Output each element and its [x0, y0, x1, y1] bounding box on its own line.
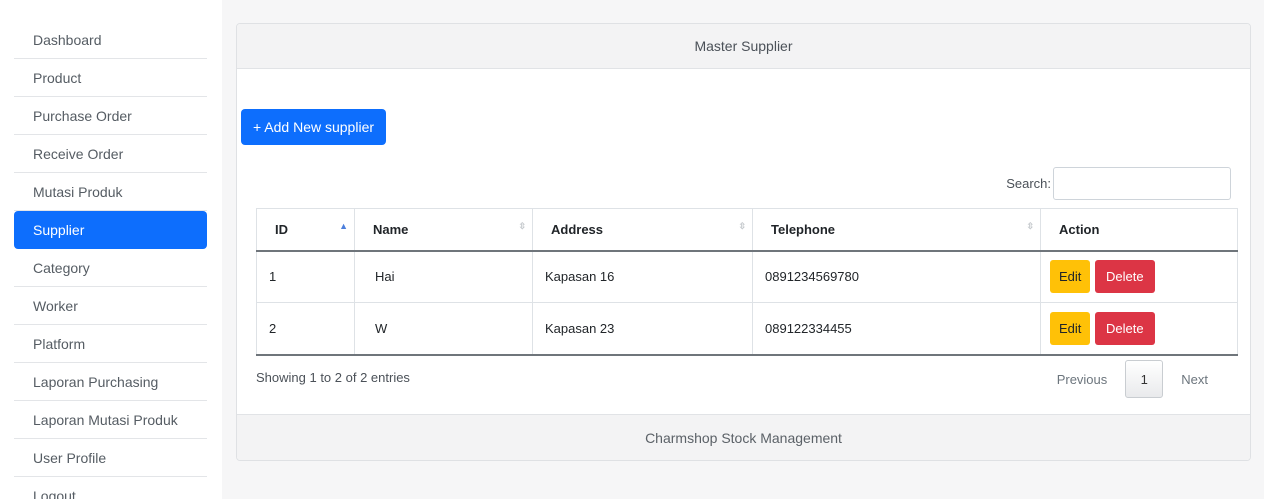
page-number-button[interactable]: 1 — [1125, 360, 1164, 398]
sidebar-item-product[interactable]: Product — [14, 59, 207, 97]
column-header-label: Telephone — [771, 221, 836, 237]
add-new-supplier-button[interactable]: + Add New supplier — [241, 109, 387, 145]
delete-button[interactable]: Delete — [1095, 260, 1155, 294]
sidebar-item-user-profile[interactable]: User Profile — [14, 439, 207, 477]
table-row: 2 W Kapasan 23 089122334455 Edit Delete — [256, 302, 1238, 356]
column-header-action: Action — [1040, 208, 1238, 252]
supplier-table: ID ▲ Name ⇳ Address ⇳ Telephone ⇳ Action… — [256, 208, 1238, 356]
card-footer: Charmshop Stock Management — [237, 414, 1250, 460]
cell-address: Kapasan 23 — [532, 302, 753, 356]
column-header-label: Address — [551, 221, 604, 237]
cell-address: Kapasan 16 — [532, 250, 753, 303]
search-box: Search: — [1006, 167, 1231, 200]
sidebar-item-platform[interactable]: Platform — [14, 325, 207, 363]
sidebar-item-worker[interactable]: Worker — [14, 287, 207, 325]
pagination: Previous 1 Next — [1047, 360, 1218, 398]
cell-action: Edit Delete — [1040, 302, 1238, 356]
column-header-name[interactable]: Name ⇳ — [354, 208, 533, 252]
sidebar-item-purchase-order[interactable]: Purchase Order — [14, 97, 207, 135]
master-supplier-card: Master Supplier + Add New supplier Searc… — [236, 23, 1251, 461]
cell-id: 2 — [256, 302, 355, 356]
column-header-address[interactable]: Address ⇳ — [532, 208, 753, 252]
table-header-row: ID ▲ Name ⇳ Address ⇳ Telephone ⇳ Action — [256, 208, 1238, 252]
sidebar-nav: Dashboard Product Purchase Order Receive… — [0, 0, 222, 499]
sort-icon: ▲ — [339, 221, 348, 231]
cell-action: Edit Delete — [1040, 250, 1238, 303]
column-header-id[interactable]: ID ▲ — [256, 208, 355, 252]
table-info: Showing 1 to 2 of 2 entries — [256, 370, 410, 385]
search-label: Search: — [1006, 176, 1051, 191]
table-row: 1 Hai Kapasan 16 0891234569780 Edit Dele… — [256, 250, 1238, 303]
search-input[interactable] — [1053, 167, 1231, 200]
cell-name: W — [354, 302, 533, 356]
supplier-table-wrap: ID ▲ Name ⇳ Address ⇳ Telephone ⇳ Action… — [256, 208, 1238, 356]
cell-name: Hai — [354, 250, 533, 303]
column-header-label: ID — [275, 221, 288, 237]
sidebar-item-laporan-purchasing[interactable]: Laporan Purchasing — [14, 363, 207, 401]
card-title: Master Supplier — [237, 24, 1250, 69]
column-header-telephone[interactable]: Telephone ⇳ — [752, 208, 1041, 252]
edit-button[interactable]: Edit — [1050, 311, 1091, 345]
sidebar-item-category[interactable]: Category — [14, 249, 207, 287]
edit-button[interactable]: Edit — [1050, 260, 1091, 294]
sidebar-item-logout[interactable]: Logout — [14, 477, 207, 499]
sidebar-item-dashboard[interactable]: Dashboard — [14, 21, 207, 59]
sidebar-item-receive-order[interactable]: Receive Order — [14, 135, 207, 173]
delete-button[interactable]: Delete — [1095, 311, 1155, 345]
column-header-label: Action — [1059, 221, 1100, 237]
sidebar: Dashboard Product Purchase Order Receive… — [0, 0, 222, 499]
cell-id: 1 — [256, 250, 355, 303]
previous-page-button[interactable]: Previous — [1047, 372, 1118, 387]
sort-icon: ⇳ — [738, 221, 746, 231]
column-header-label: Name — [373, 221, 409, 237]
sidebar-item-laporan-mutasi-produk[interactable]: Laporan Mutasi Produk — [14, 401, 207, 439]
cell-telephone: 0891234569780 — [752, 250, 1041, 303]
sidebar-item-supplier[interactable]: Supplier — [14, 211, 207, 249]
cell-telephone: 089122334455 — [752, 302, 1041, 356]
sidebar-item-mutasi-produk[interactable]: Mutasi Produk — [14, 173, 207, 211]
sort-icon: ⇳ — [518, 221, 526, 231]
sort-icon: ⇳ — [1026, 221, 1034, 231]
next-page-button[interactable]: Next — [1171, 372, 1218, 387]
